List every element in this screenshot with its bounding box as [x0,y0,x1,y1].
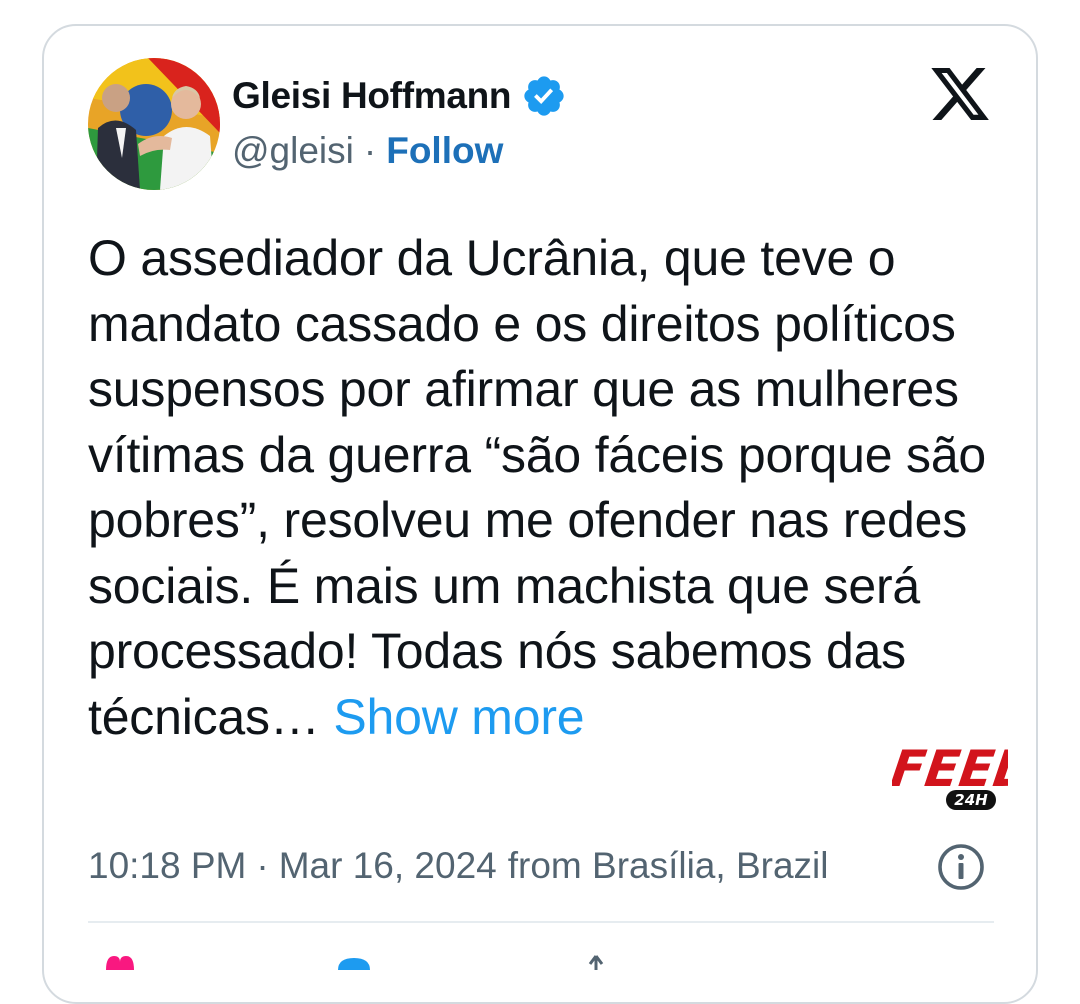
like-heart-icon[interactable] [100,950,140,970]
tweet-time[interactable]: 10:18 PM [88,845,246,887]
avatar-image [88,58,220,190]
feed24h-watermark-logo: FEED 24H [887,736,1039,816]
info-icon[interactable] [936,842,986,892]
divider [88,921,994,923]
show-more-link[interactable]: Show more [333,689,584,745]
tweet-date[interactable]: Mar 16, 2024 [279,845,497,887]
author-handle-row: @gleisi · Follow [232,128,503,174]
watermark-graphic: FEED 24H [887,739,1039,810]
reply-bubble-icon[interactable] [334,950,374,970]
tweet-text: O assediador da Ucrânia, que teve o mand… [88,226,988,750]
author-display-name[interactable]: Gleisi Hoffmann [232,75,512,117]
watermark-top-text: FEED [892,739,1008,798]
share-icon[interactable] [576,950,616,970]
avatar[interactable] [88,58,220,190]
handle-separator: · [363,130,377,171]
follow-button[interactable]: Follow [386,130,503,172]
tweet-metadata: 10:18 PM · Mar 16, 2024 from Brasília, B… [88,842,828,890]
author-handle[interactable]: @gleisi [232,130,354,172]
tweet-body: O assediador da Ucrânia, que teve o mand… [88,230,987,745]
watermark-bottom-text: 24H [954,791,988,809]
x-logo-icon[interactable] [928,62,992,122]
author-name-row: Gleisi Hoffmann [232,72,567,120]
tweet-location: from Brasília, Brazil [507,845,829,886]
verified-badge-icon [524,76,564,116]
meta-separator: · [256,845,269,886]
